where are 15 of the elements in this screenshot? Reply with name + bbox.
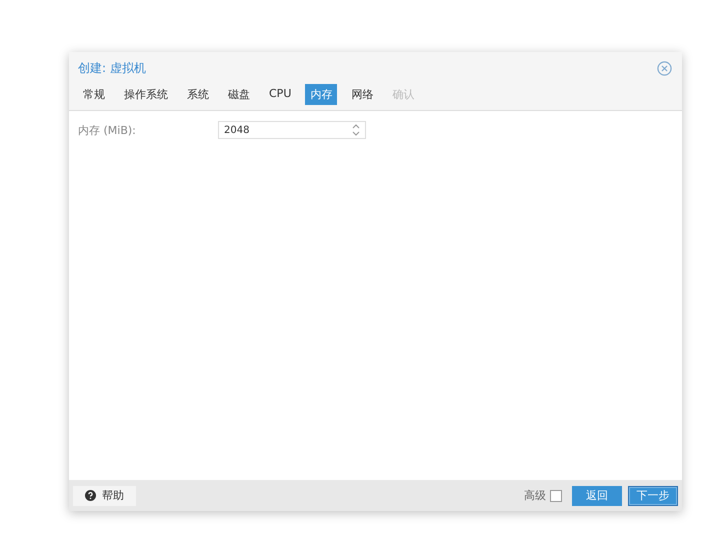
tab[interactable]: 磁盘 xyxy=(223,84,255,105)
tab[interactable]: CPU xyxy=(264,84,296,103)
window-title: 创建: 虚拟机 xyxy=(78,60,146,76)
memory-spinner-field[interactable]: 2048 xyxy=(218,121,366,139)
spinner-arrows-icon[interactable] xyxy=(352,123,360,137)
tab[interactable]: 网络 xyxy=(346,84,378,105)
advanced-checkbox[interactable] xyxy=(550,490,562,502)
field-label: 内存 (MiB): xyxy=(78,122,137,138)
help-icon xyxy=(85,490,96,501)
tab[interactable]: 常规 xyxy=(78,84,110,105)
tab[interactable]: 操作系统 xyxy=(119,84,173,105)
help-button[interactable]: 帮助 xyxy=(73,486,136,506)
tab[interactable]: 系统 xyxy=(182,84,214,105)
close-icon[interactable] xyxy=(657,60,672,76)
advanced-label: 高级 xyxy=(524,488,546,503)
